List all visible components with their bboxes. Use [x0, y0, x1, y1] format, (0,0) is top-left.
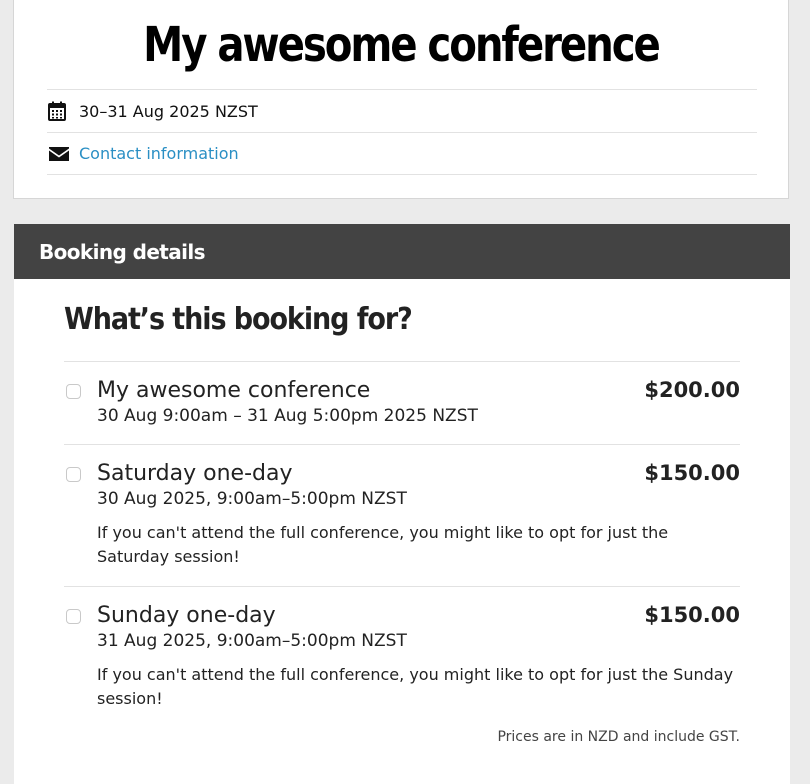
calendar-icon: [48, 100, 70, 122]
booking-details-bar: Booking details: [14, 224, 790, 279]
option-date: 30 Aug 9:00am – 31 Aug 5:00pm 2025 NZST: [97, 406, 478, 426]
option-price: $200.00: [644, 378, 740, 402]
booking-option[interactable]: My awesome conference $200.00 30 Aug 9:0…: [64, 361, 740, 444]
event-date-row: 30–31 Aug 2025 NZST: [47, 89, 757, 132]
event-date: 30–31 Aug 2025 NZST: [79, 101, 258, 121]
option-checkbox[interactable]: [66, 467, 81, 482]
option-description: If you can't attend the full conference,…: [97, 665, 734, 708]
option-name: My awesome conference: [97, 378, 371, 403]
contact-information-link[interactable]: Contact information: [79, 144, 239, 163]
option-description: If you can't attend the full conference,…: [97, 523, 669, 566]
booking-heading: What’s this booking for?: [64, 302, 413, 337]
event-header-card: My awesome conference 30–31 Aug 2025 NZS…: [13, 0, 789, 199]
option-date: 30 Aug 2025, 9:00am–5:00pm NZST: [97, 489, 407, 509]
contact-row: Contact information: [47, 132, 757, 175]
envelope-icon: [48, 143, 70, 165]
event-title: My awesome conference: [143, 17, 661, 73]
prices-footnote: Prices are in NZD and include GST.: [497, 729, 740, 745]
option-name: Saturday one-day: [97, 461, 293, 486]
booking-option[interactable]: Saturday one-day $150.00 30 Aug 2025, 9:…: [64, 444, 740, 586]
option-name: Sunday one-day: [97, 603, 276, 628]
option-date: 31 Aug 2025, 9:00am–5:00pm NZST: [97, 631, 407, 651]
booking-card: Booking details What’s this booking for?…: [14, 224, 790, 784]
option-checkbox[interactable]: [66, 609, 81, 624]
option-price: $150.00: [644, 461, 740, 485]
option-price: $150.00: [644, 603, 740, 627]
booking-option[interactable]: Sunday one-day $150.00 31 Aug 2025, 9:00…: [64, 586, 740, 728]
option-checkbox[interactable]: [66, 384, 81, 399]
